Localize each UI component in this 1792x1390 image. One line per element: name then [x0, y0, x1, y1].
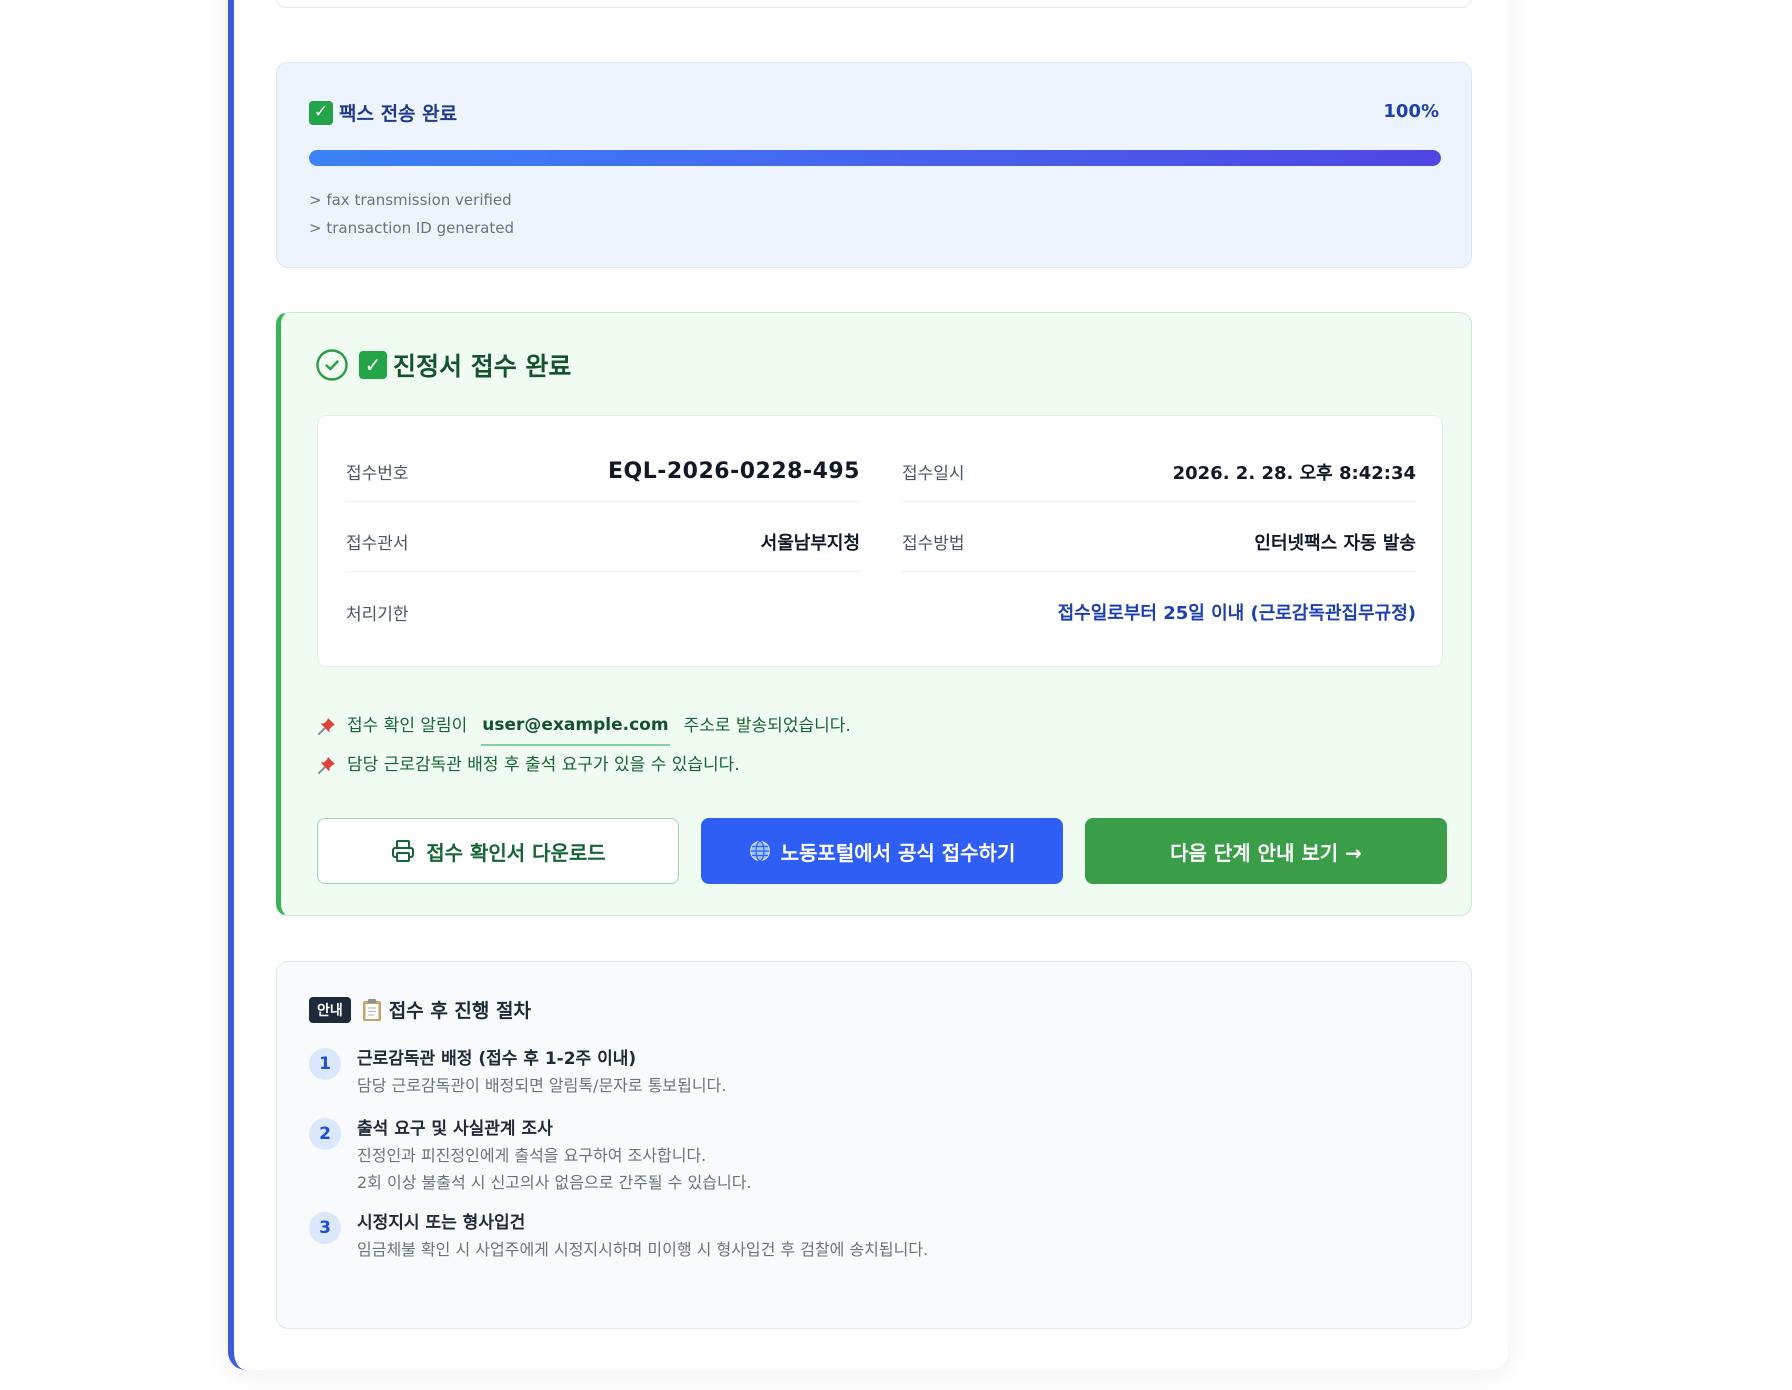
- note-attendance: 담당 근로감독관 배정 후 출석 요구가 있을 수 있습니다.: [317, 746, 851, 784]
- step-number: 1: [309, 1048, 341, 1080]
- check-mark-icon: ✓: [359, 351, 387, 379]
- log-line: > transaction ID generated: [309, 219, 515, 237]
- progress-bar-fill: [309, 150, 1441, 166]
- post-receipt-steps-card: 안내 접수 후 진행 절차 1 근로감독관 배정 (접수 후 1-2주 이내) …: [276, 961, 1472, 1329]
- labor-portal-submit-button[interactable]: 노동포털에서 공식 접수하기: [701, 818, 1063, 884]
- receipt-title-text: 진정서 접수 완료: [393, 352, 572, 381]
- globe-icon: [749, 840, 770, 862]
- step-description: 임금체불 확인 시 사업주에게 시정지시하며 미이행 시 형사입건 후 검찰에 …: [357, 1240, 929, 1259]
- log-line: > fax transmission verified: [309, 191, 512, 209]
- receipt-deadline-label: 처리기한: [346, 604, 409, 625]
- check-mark-icon: ✓: [309, 100, 333, 125]
- step-title: 시정지시 또는 형사입건: [357, 1213, 526, 1233]
- notification-email: user@example.com: [481, 706, 670, 746]
- step-number: 2: [309, 1118, 341, 1150]
- receipt-datetime-label: 접수일시: [902, 464, 965, 484]
- receipt-notes: 접수 확인 알림이 user@example.com 주소로 발송되었습니다. …: [317, 706, 851, 784]
- note-email-prefix: 접수 확인 알림이: [347, 716, 468, 736]
- receipt-deadline-value: 접수일로부터 25일 이내 (근로감독관집무규정): [1057, 603, 1416, 624]
- receipt-title: ✓ 진정서 접수 완료: [359, 347, 571, 383]
- receipt-info-table: 접수번호 EQL-2026-0228-495 접수일시 2026. 2. 28.…: [317, 415, 1443, 667]
- step-description: 담당 근로감독관이 배정되면 알림톡/문자로 통보됩니다.: [357, 1076, 727, 1095]
- receipt-method-value: 인터넷팩스 자동 발송: [1254, 532, 1416, 554]
- step-description: 진정인과 피진정인에게 출석을 요구하여 조사합니다.: [357, 1146, 707, 1165]
- steps-title-text: 접수 후 진행 절차: [388, 1000, 531, 1022]
- step-description: 2회 이상 불출석 시 신고의사 없음으로 간주될 수 있습니다.: [357, 1173, 752, 1192]
- step-number: 3: [309, 1212, 341, 1244]
- note-attendance-text: 담당 근로감독관 배정 후 출석 요구가 있을 수 있습니다.: [347, 755, 740, 775]
- step-title: 출석 요구 및 사실관계 조사: [357, 1119, 553, 1139]
- pushpin-icon: [318, 718, 335, 735]
- progress-percent: 100%: [1383, 101, 1439, 122]
- info-row-office: 접수관서 서울남부지청: [346, 512, 860, 572]
- next-step-label: 다음 단계 안내 보기 →: [1170, 840, 1362, 865]
- printer-icon: [392, 840, 415, 862]
- receipt-number-label: 접수번호: [346, 464, 409, 484]
- step-item: 2 출석 요구 및 사실관계 조사 진정인과 피진정인에게 출석을 요구하여 조…: [309, 1116, 752, 1196]
- fax-progress-card: ✓ 팩스 전송 완료 100% > fax transmission verif…: [276, 62, 1472, 268]
- note-email: 접수 확인 알림이 user@example.com 주소로 발송되었습니다.: [317, 706, 851, 746]
- step-item: 1 근로감독관 배정 (접수 후 1-2주 이내) 담당 근로감독관이 배정되면…: [309, 1046, 726, 1099]
- download-receipt-label: 접수 확인서 다운로드: [426, 840, 606, 865]
- receipt-header: ✓ 진정서 접수 완료: [315, 347, 571, 383]
- info-badge: 안내: [309, 996, 351, 1023]
- steps-header: 안내 접수 후 진행 절차: [309, 996, 531, 1023]
- step-item: 3 시정지시 또는 형사입건 임금체불 확인 시 사업주에게 시정지시하며 미이…: [309, 1210, 928, 1263]
- progress-title-text: 팩스 전송 완료: [339, 103, 458, 125]
- pushpin-icon: [318, 757, 335, 774]
- step-title: 근로감독관 배정 (접수 후 1-2주 이내): [357, 1049, 637, 1069]
- info-row-method: 접수방법 인터넷팩스 자동 발송: [902, 512, 1416, 572]
- previous-card-edge: [276, 0, 1472, 8]
- info-row-number: 접수번호 EQL-2026-0228-495: [346, 442, 860, 502]
- clipboard-icon: [362, 998, 381, 1021]
- receipt-office-value: 서울남부지청: [760, 532, 860, 554]
- transmission-log: > fax transmission verified > transactio…: [309, 186, 514, 242]
- steps-title: 접수 후 진행 절차: [361, 996, 531, 1023]
- download-receipt-button[interactable]: 접수 확인서 다운로드: [317, 818, 679, 884]
- info-row-datetime: 접수일시 2026. 2. 28. 오후 8:42:34: [902, 442, 1416, 502]
- receipt-complete-card: ✓ 진정서 접수 완료 접수번호 EQL-2026-0228-495 접수일시 …: [276, 312, 1472, 916]
- progress-bar: [309, 150, 1441, 166]
- note-email-suffix: 주소로 발송되었습니다.: [683, 716, 851, 736]
- labor-portal-label: 노동포털에서 공식 접수하기: [780, 840, 1016, 865]
- info-row-deadline: 처리기한 접수일로부터 25일 이내 (근로감독관집무규정): [346, 582, 1416, 642]
- progress-title: ✓ 팩스 전송 완료: [309, 99, 457, 126]
- circle-check-icon: [316, 349, 348, 381]
- receipt-method-label: 접수방법: [902, 534, 965, 554]
- next-step-guide-button[interactable]: 다음 단계 안내 보기 →: [1085, 818, 1447, 884]
- receipt-datetime-value: 2026. 2. 28. 오후 8:42:34: [1172, 462, 1416, 484]
- receipt-number-value: EQL-2026-0228-495: [607, 459, 860, 484]
- receipt-office-label: 접수관서: [346, 534, 409, 554]
